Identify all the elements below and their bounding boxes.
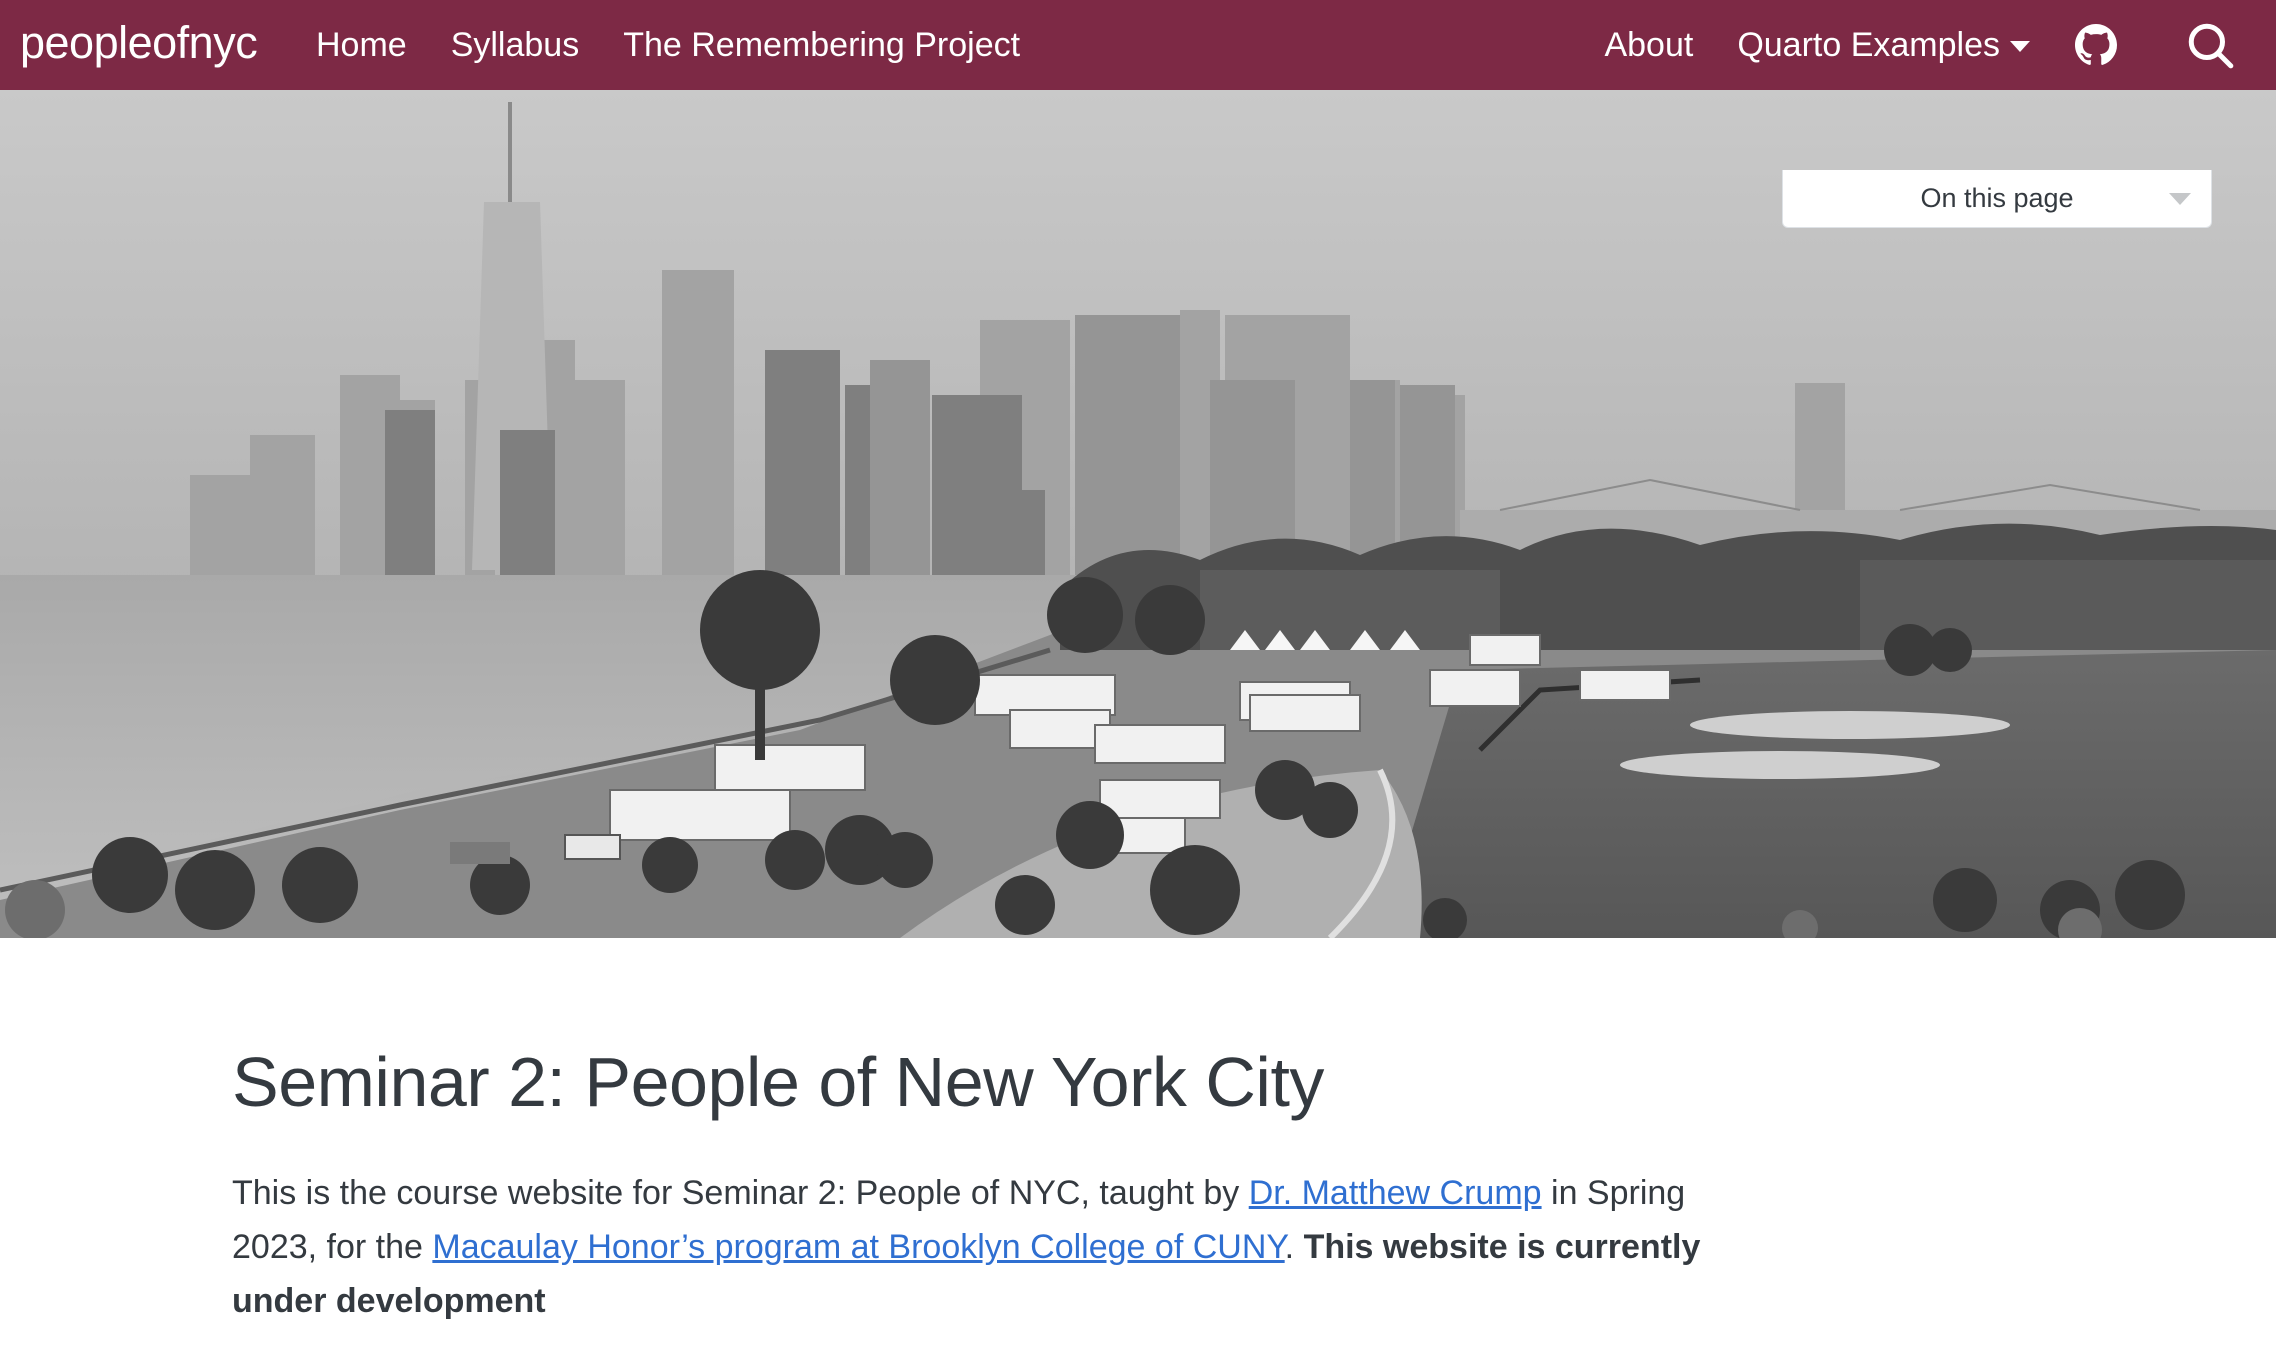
intro-text-3: .	[1284, 1228, 1304, 1266]
caret-down-icon	[2010, 40, 2030, 52]
macaulay-program-link[interactable]: Macaulay Honor’s program at Brooklyn Col…	[432, 1228, 1284, 1266]
nav-left-links: Home Syllabus The Remembering Project	[316, 0, 1020, 90]
quarto-examples-dropdown[interactable]: Quarto Examples	[1737, 26, 2030, 65]
nav-about-link[interactable]: About	[1604, 0, 1693, 90]
quarto-examples-label: Quarto Examples	[1737, 25, 2000, 64]
brand-link[interactable]: peopleofnyc	[20, 0, 258, 90]
page-title: Seminar 2: People of New York City	[232, 1043, 1324, 1121]
github-icon	[2075, 24, 2117, 65]
main-content: Seminar 2: People of New York City This …	[232, 1040, 1792, 1328]
nav-syllabus-link[interactable]: Syllabus	[451, 0, 580, 90]
top-navbar: peopleofnyc Home Syllabus The Rememberin…	[0, 0, 2276, 90]
hero-image: On this page	[0, 90, 2276, 938]
search-button[interactable]	[2182, 17, 2238, 73]
toc-caret-icon	[2169, 193, 2191, 205]
github-button[interactable]	[2068, 17, 2124, 73]
instructor-link[interactable]: Dr. Matthew Crump	[1249, 1174, 1542, 1212]
intro-paragraph: This is the course website for Seminar 2…	[232, 1166, 1772, 1328]
toc-label: On this page	[1920, 183, 2074, 213]
nav-right-links: About Quarto Examples	[1604, 0, 2238, 90]
toc-dropdown[interactable]: On this page	[1782, 170, 2212, 228]
nav-remembering-project-link[interactable]: The Remembering Project	[623, 0, 1020, 90]
nav-home-link[interactable]: Home	[316, 0, 407, 90]
search-icon	[2188, 23, 2234, 69]
intro-text-1: This is the course website for Seminar 2…	[232, 1174, 1249, 1212]
